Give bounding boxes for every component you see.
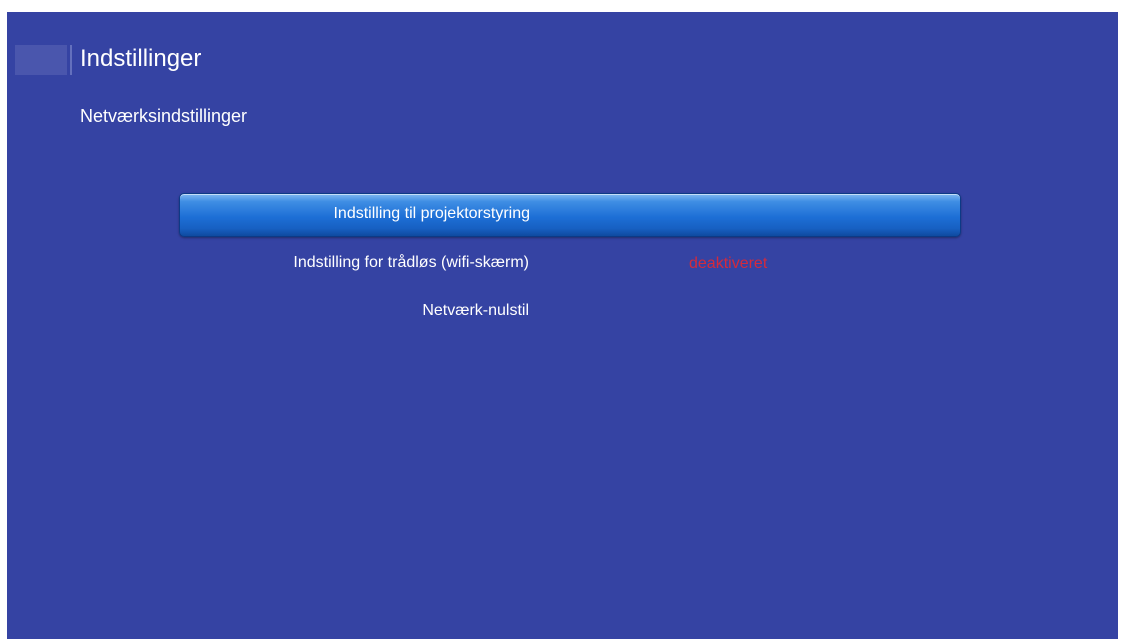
menu-icon-placeholder	[15, 45, 67, 75]
page-title: Indstillinger	[80, 45, 202, 72]
menu-item-label: Indstilling for trådløs (wifi-skærm)	[293, 254, 529, 271]
section-title: Netværksindstillinger	[80, 106, 248, 126]
menu-item-projector-control[interactable]: Indstilling til projektorstyring	[179, 193, 961, 237]
menu-item-network-reset[interactable]: Netværk-nulstil	[179, 291, 959, 333]
menu-item-label: Indstilling til projektorstyring	[333, 205, 530, 222]
wireless-status-value: deaktiveret	[689, 255, 768, 272]
menu-item-wireless-display[interactable]: Indstilling for trådløs (wifi-skærm) dea…	[179, 243, 959, 285]
menu-item-label: Netværk-nulstil	[422, 302, 529, 319]
header-divider	[70, 45, 72, 75]
projector-osd-screen: Indstillinger Netværksindstillinger Inds…	[7, 12, 1118, 639]
